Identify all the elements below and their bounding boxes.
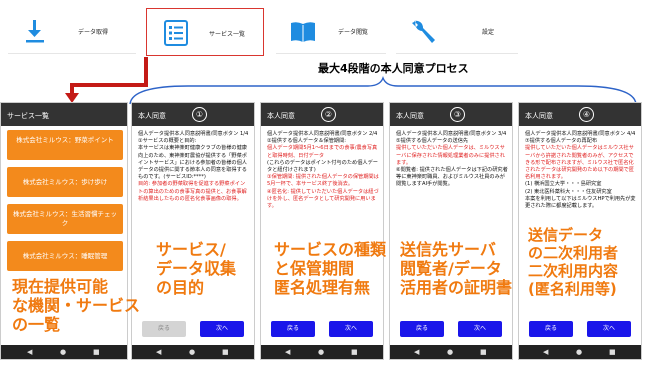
- consent-screen-3: 本人同意 ③ 個人データ提供本人同意説明書/同意ボタン 3/4 ⑤提供する個人デ…: [389, 102, 513, 360]
- screen-title: 本人同意: [138, 112, 166, 120]
- nav-item-data-browse[interactable]: データ閲覧: [276, 10, 386, 54]
- caption-line: の目的: [156, 278, 205, 297]
- nav-label: サービス一覧: [209, 31, 246, 38]
- recents-nav-icon[interactable]: ■: [609, 348, 616, 356]
- step-badge: ③: [450, 107, 465, 122]
- consent-text: 個人データ提供本人同意説明書/同意ボタン 1/4 ①サービスの概要と目的: 本サ…: [138, 131, 250, 203]
- caption-line: データ収集: [156, 259, 237, 278]
- doc-para: 目的: 参加者の野菜取得を促進する野菜ポイントの算出のための食事写真の提供と、お…: [138, 181, 247, 202]
- caption-line: 送信先サーバ: [400, 240, 496, 259]
- android-nav-bar: ◀ ● ■: [1, 345, 127, 359]
- back-button[interactable]: 戻る: [142, 321, 186, 337]
- screen-title: 本人同意: [267, 112, 295, 120]
- doc-para: 提供していただいた個人データはミルウス社サーバから許諾された閲覧者のみが、アクセ…: [525, 145, 634, 181]
- nav-item-data-acquisition[interactable]: データ取得: [8, 10, 136, 54]
- caption-line: と保管期間: [274, 259, 355, 278]
- nav-label: 設定: [482, 29, 495, 36]
- recents-nav-icon[interactable]: ■: [351, 348, 358, 356]
- back-nav-icon[interactable]: ◀: [285, 348, 290, 356]
- doc-para: ⑥閲覧者: 提供された個人データは下記の研究者等に東神楽町職員、およびミルウス社…: [396, 167, 508, 188]
- doc-para: (1) 横浜国立大学・・・島研究室: [525, 181, 602, 188]
- curly-brace: [129, 76, 637, 105]
- list-icon: [164, 20, 188, 46]
- caption-line: 送信データ: [528, 226, 604, 244]
- back-nav-icon[interactable]: ◀: [156, 348, 161, 356]
- next-button[interactable]: 次へ: [587, 321, 631, 337]
- next-button[interactable]: 次へ: [200, 321, 244, 337]
- recents-nav-icon[interactable]: ■: [222, 348, 229, 356]
- caption-step3: 送信先サーバ 閲覧者/データ 活用者の証明書: [400, 240, 512, 297]
- doc-para: 個人データ期間5月1〜6日までの食事/農食写真と取得時刻、日付データ: [267, 145, 378, 159]
- consent-screen-2: 本人同意 ② 個人データ提供本人同意説明書/同意ボタン 2/4 ②提供する個人デ…: [260, 102, 384, 360]
- caption-line: な機関・サービス: [12, 296, 141, 315]
- android-nav-bar: ◀ ● ■: [261, 345, 383, 359]
- caption-line: の一覧: [12, 315, 61, 334]
- step-badge: ①: [192, 107, 207, 122]
- screen-title: 本人同意: [525, 112, 553, 120]
- consent-text: 個人データ提供本人同意説明書/同意ボタン 2/4 ②提供する個人データ＆保管期間…: [267, 131, 379, 210]
- back-nav-icon[interactable]: ◀: [414, 348, 419, 356]
- caption-line: 閲覧者/データ: [400, 259, 502, 278]
- caption-service-list: 現在提供可能 な機関・サービス の一覧: [12, 277, 140, 334]
- caption-line: サービス/: [156, 240, 226, 259]
- doc-para: 提供していただいた個人データは、ミルウスサーバに保存された情報処理業者のみに提供…: [396, 145, 505, 166]
- book-icon: [291, 22, 315, 42]
- home-nav-icon[interactable]: ●: [447, 348, 453, 356]
- nav-label: データ取得: [78, 29, 109, 36]
- list-item[interactable]: 株式会社ミルウス：睡眠管理: [7, 241, 123, 271]
- home-nav-icon[interactable]: ●: [576, 348, 582, 356]
- caption-step1: サービス/ データ収集 の目的: [156, 240, 236, 297]
- recents-nav-icon[interactable]: ■: [93, 348, 100, 356]
- doc-para: (2) 東北医科薬科大・・・住友研究室: [525, 188, 612, 195]
- home-nav-icon[interactable]: ●: [318, 348, 324, 356]
- download-icon: [26, 20, 44, 43]
- back-nav-icon[interactable]: ◀: [27, 348, 32, 356]
- caption-line: 匿名処理有無: [274, 278, 371, 297]
- doc-para: 本サービスは東神楽町健康クラブの皆様の健康向上のため、東神楽町農協が提供する「野…: [138, 145, 247, 181]
- step-badge: ④: [579, 107, 594, 122]
- android-nav-bar: ◀ ● ■: [132, 345, 254, 359]
- back-button[interactable]: 戻る: [529, 321, 573, 337]
- caption-step2: サービスの種類 と保管期間 匿名処理有無: [274, 240, 386, 297]
- home-nav-icon[interactable]: ●: [189, 348, 195, 356]
- screen-header: サービス一覧: [1, 103, 127, 126]
- caption-line: 現在提供可能: [12, 277, 109, 296]
- doc-para: ③保管期間: 提供された個人データの保管期間は5月一杯で、本サービス終了後消去。: [267, 174, 379, 188]
- step-badge: ②: [321, 107, 336, 122]
- recents-nav-icon[interactable]: ■: [480, 348, 487, 356]
- consent-text: 個人データ提供本人同意説明書/同意ボタン 4/4 ⑦提供する個人データの再配布 …: [525, 131, 637, 210]
- consent-text: 個人データ提供本人同意説明書/同意ボタン 3/4 ⑤提供する個人データの送信先 …: [396, 131, 508, 189]
- nav-item-settings[interactable]: 設定: [396, 10, 518, 54]
- doc-para: ④匿名化: 提供していただいた個人データは紐づけを外し、匿名データとして研究開発…: [267, 188, 379, 210]
- back-nav-icon[interactable]: ◀: [543, 348, 548, 356]
- wrench-icon: [412, 20, 435, 43]
- android-nav-bar: ◀ ● ■: [390, 345, 512, 359]
- consent-screen-1: 本人同意 ① 個人データ提供本人同意説明書/同意ボタン 1/4 ①サービスの概要…: [131, 102, 255, 360]
- caption-step4: 送信データ の二次利用者 二次利用内容 (匿名利用等): [528, 226, 618, 298]
- red-arrow: [65, 57, 148, 103]
- nav-item-service-list[interactable]: サービス一覧: [146, 8, 264, 56]
- doc-para: 本案を利用して以下はミルウスHPで利用先が変更された際に都度記載します。: [525, 195, 636, 210]
- list-item[interactable]: 株式会社ミルウス：野菜ポイント: [7, 130, 123, 160]
- nav-label: データ閲覧: [338, 29, 369, 36]
- android-nav-bar: ◀ ● ■: [519, 345, 641, 359]
- screen-title: 本人同意: [396, 112, 424, 120]
- caption-line: サービスの種類: [274, 240, 387, 259]
- caption-line: 活用者の証明書: [400, 278, 513, 297]
- caption-line: 二次利用内容: [528, 262, 619, 280]
- caption-line: (匿名利用等): [528, 280, 617, 298]
- list-item[interactable]: 株式会社ミルウス：生活習慣チェック: [7, 204, 123, 234]
- back-button[interactable]: 戻る: [400, 321, 444, 337]
- doc-para: (これらのデータはポイント付与のため個人データと紐付けされます): [267, 159, 378, 174]
- back-button[interactable]: 戻る: [271, 321, 315, 337]
- next-button[interactable]: 次へ: [458, 321, 502, 337]
- next-button[interactable]: 次へ: [329, 321, 373, 337]
- caption-line: の二次利用者: [528, 244, 619, 262]
- home-nav-icon[interactable]: ●: [60, 348, 66, 356]
- list-item[interactable]: 株式会社ミルウス：歩け歩け: [7, 167, 123, 197]
